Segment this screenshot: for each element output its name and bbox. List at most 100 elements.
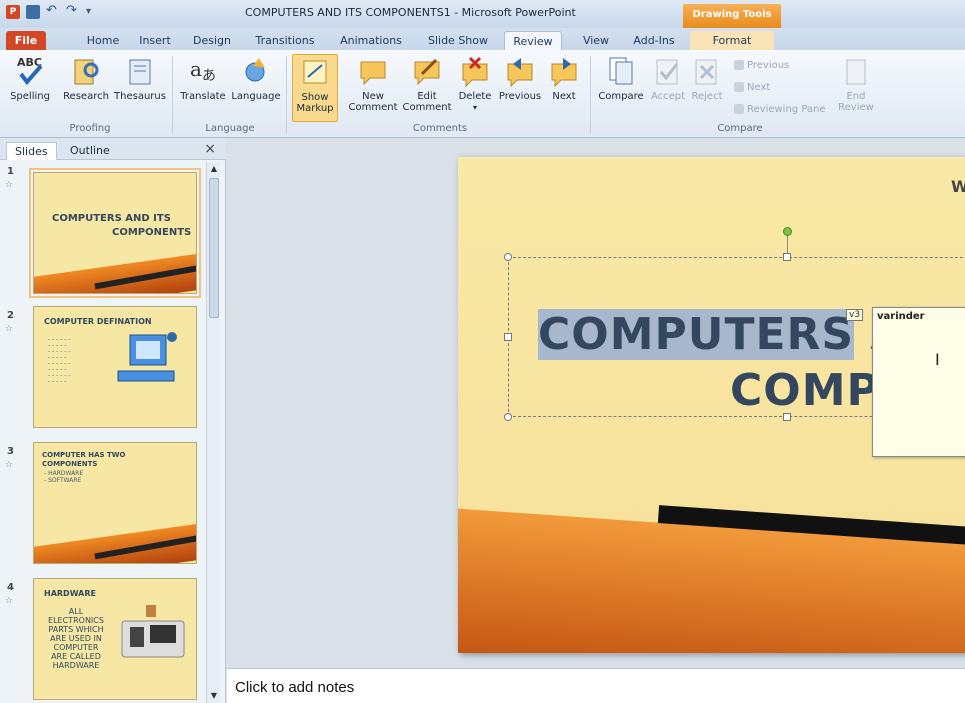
proofing-group-label: Proofing: [69, 123, 111, 134]
title-bar: P ↶ ↷ ▾ COMPUTERS AND ITS COMPONENTS1 - …: [0, 0, 965, 28]
customize-toolbar-icon[interactable]: ▾: [86, 5, 100, 19]
tab-transitions[interactable]: Transitions: [250, 31, 320, 50]
next-comment-button[interactable]: Next: [546, 54, 582, 102]
thumb-body-line: COMPUTER: [53, 643, 99, 652]
compare-icon: [609, 57, 633, 85]
delete-comment-icon: [462, 56, 488, 88]
current-slide[interactable]: W COMPUTERS A COMPO v3 varinder I: [458, 157, 965, 653]
resize-handle[interactable]: [783, 253, 791, 261]
previous-comment-button[interactable]: Previous: [498, 54, 542, 102]
compare-group-label: Compare: [717, 123, 763, 134]
edit-comment-label-1: Edit: [417, 91, 437, 102]
tab-home[interactable]: Home: [80, 31, 126, 50]
tab-view[interactable]: View: [576, 31, 616, 50]
tab-review[interactable]: Review: [504, 31, 562, 50]
tab-design[interactable]: Design: [190, 31, 234, 50]
language-button[interactable]: Language: [230, 54, 282, 102]
powerpoint-logo-icon[interactable]: P: [6, 5, 20, 19]
end-review-label-2: Review: [838, 102, 874, 113]
thesaurus-button[interactable]: Thesaurus: [112, 54, 168, 102]
new-comment-label-2: Comment: [348, 102, 398, 113]
research-icon: [74, 59, 99, 85]
pane-scrollbar[interactable]: ▲ ▼: [206, 162, 220, 703]
spelling-label: Spelling: [10, 91, 50, 102]
show-markup-icon: [303, 60, 327, 84]
end-review-label-1: End: [846, 91, 866, 102]
close-icon[interactable]: ×: [204, 141, 216, 157]
translate-label: Translate: [180, 91, 226, 102]
compare-button[interactable]: Compare: [594, 54, 648, 102]
ribbon-separator: [590, 56, 591, 134]
tab-add-ins[interactable]: Add-Ins: [628, 31, 680, 50]
tab-slide-show[interactable]: Slide Show: [422, 31, 494, 50]
comments-group-label: Comments: [412, 123, 468, 134]
thumb-body-line: ARE USED IN: [50, 634, 102, 643]
tab-format[interactable]: Format: [690, 31, 774, 50]
scroll-up-icon[interactable]: ▲: [207, 162, 221, 176]
show-markup-button[interactable]: Show Markup: [292, 54, 338, 122]
thumb-body-line: ARE CALLED: [51, 652, 101, 661]
language-icon: [245, 58, 265, 82]
translate-button[interactable]: a あ Translate: [176, 54, 230, 102]
reviewing-pane-button[interactable]: Reviewing Pane: [734, 104, 826, 115]
ribbon-separator: [286, 56, 287, 134]
reviewing-pane-icon: [734, 104, 744, 114]
new-comment-button[interactable]: New Comment: [346, 54, 400, 113]
svg-text:a: a: [190, 57, 202, 81]
slide-thumbnail-4[interactable]: HARDWARE ALL ELECTRONICS PARTS WHICH ARE…: [33, 578, 197, 700]
resize-handle[interactable]: [504, 413, 512, 421]
end-review-icon: [846, 59, 866, 85]
thumb-body-line: HARDWARE: [52, 661, 100, 670]
comment-marker[interactable]: v3: [846, 309, 864, 321]
end-review-button[interactable]: End Review: [836, 54, 876, 113]
accept-button[interactable]: Accept: [648, 54, 688, 102]
thumb-body-line: PARTS WHICH: [48, 625, 104, 634]
tab-insert[interactable]: Insert: [134, 31, 176, 50]
ribbon-separator: [172, 56, 173, 134]
slide-thumbnail-2[interactable]: COMPUTER DEFINATION - - - - - -- - - - -…: [33, 306, 197, 428]
resize-handle[interactable]: [504, 333, 512, 341]
delete-comment-button[interactable]: Delete ▾: [454, 54, 496, 113]
spelling-button[interactable]: ABC Spelling: [2, 54, 58, 102]
svg-text:あ: あ: [202, 68, 216, 84]
spelling-icon: ABC: [17, 56, 43, 86]
tab-animations[interactable]: Animations: [336, 31, 406, 50]
window-title: COMPUTERS AND ITS COMPONENTS1 - Microsof…: [245, 6, 576, 19]
tab-slides[interactable]: Slides: [6, 142, 57, 160]
research-button[interactable]: Research: [60, 54, 112, 102]
slide-thumbnail-1[interactable]: COMPUTERS AND ITS COMPONENTS: [29, 168, 201, 298]
animation-star-icon: ☆: [5, 180, 14, 190]
slide-number: 1: [7, 166, 14, 177]
ribbon: ABC Spelling Research Thesaurus Proofing…: [0, 50, 965, 138]
slide-thumbnail-3[interactable]: COMPUTER HAS TWO COMPONENTS - HARDWARE -…: [33, 442, 197, 564]
edit-comment-button[interactable]: Edit Comment: [402, 54, 452, 113]
save-icon[interactable]: [26, 5, 40, 19]
thumb-title: COMPUTER DEFINATION: [44, 317, 152, 326]
redo-icon[interactable]: ↷: [66, 4, 80, 19]
scroll-down-icon[interactable]: ▼: [207, 689, 221, 703]
accept-icon: [656, 59, 679, 85]
reject-button[interactable]: Reject: [688, 54, 726, 102]
thumb-body-text: - - - - - -- - - - -- - - - - -- - - - -…: [48, 336, 71, 385]
computer-icon: [117, 332, 177, 382]
comment-box[interactable]: varinder I: [872, 307, 965, 457]
next-change-button[interactable]: Next: [734, 82, 770, 93]
notes-pane[interactable]: Click to add notes: [227, 668, 965, 703]
resize-handle[interactable]: [504, 253, 512, 261]
tab-file[interactable]: File: [6, 31, 46, 50]
rotation-handle[interactable]: [783, 227, 792, 236]
thumb-title: COMPONENTS: [112, 227, 192, 238]
thumb-title: HARDWARE: [44, 589, 96, 598]
compare-label: Compare: [598, 91, 644, 102]
reject-icon: [695, 59, 717, 85]
next-label: Next: [552, 91, 576, 102]
previous-change-button[interactable]: Previous: [734, 60, 789, 71]
scroll-thumb[interactable]: [209, 178, 219, 318]
thumb-body-line: ELECTRONICS: [48, 616, 104, 625]
reviewing-pane-label: Reviewing Pane: [747, 104, 826, 115]
undo-icon[interactable]: ↶: [46, 4, 60, 19]
tab-outline[interactable]: Outline: [62, 142, 118, 160]
next-change-icon: [734, 82, 744, 92]
thumb-body-text: ALL ELECTRONICS PARTS WHICH ARE USED IN …: [40, 607, 112, 670]
next-comment-icon: [551, 58, 577, 88]
